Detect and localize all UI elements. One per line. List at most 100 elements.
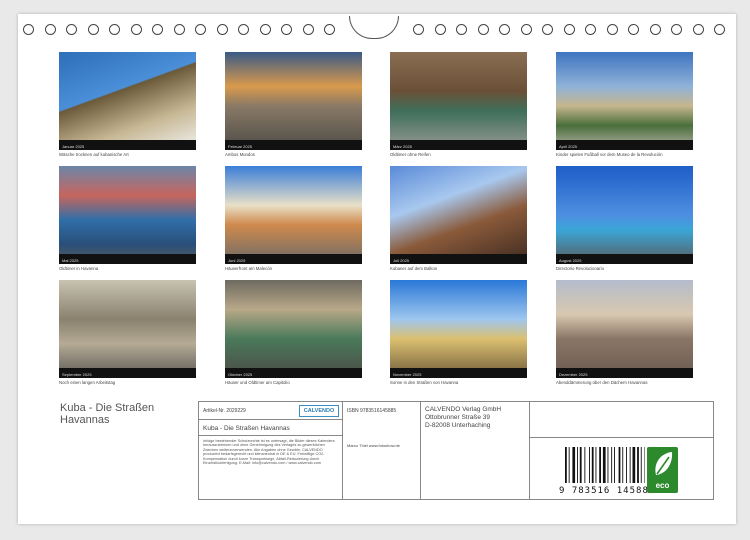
month-label: Mai 2025 [62, 258, 79, 263]
month-label: Juli 2025 [393, 258, 410, 263]
month-caption: Wäsche trocknen auf kubanische Art [59, 152, 129, 157]
binding-ring [714, 24, 725, 35]
month-label-strip: Dezember 2025 [556, 368, 693, 378]
eco-label: eco [655, 481, 670, 490]
month-label: November 2025 [393, 372, 422, 377]
barcode-bar [591, 447, 594, 483]
barcode-bars [565, 447, 646, 483]
binding-ring [563, 24, 575, 35]
month-photo: Januar 2025 [59, 52, 196, 150]
month-caption: Abenddämmerung über den Dächern Havannas [556, 380, 648, 385]
isbn: ISBN 9783516145885 [347, 408, 397, 414]
month-photo: Juli 2025 [390, 166, 527, 264]
month-label-strip: November 2025 [390, 368, 527, 378]
leaf-icon [655, 452, 673, 475]
month-label: Februar 2025 [228, 144, 253, 149]
month-label-strip: Juni 2025 [225, 254, 362, 264]
month-caption: Oldtimer in Havanna [59, 266, 99, 271]
month-preview: März 2025 Oldtimer ohne Reifen [390, 52, 527, 157]
month-caption: Häuser und Oldtimer am Capitolio [225, 380, 290, 385]
barcode-bar [568, 447, 570, 483]
month-label: Januar 2025 [62, 144, 85, 149]
month-photo: Februar 2025 [225, 52, 362, 150]
binding-ring [66, 24, 77, 35]
calvendo-logo: CALVENDO [299, 405, 339, 417]
barcode-bar [614, 447, 615, 483]
month-photo: November 2025 [390, 280, 527, 378]
month-caption: Oldtimer ohne Reifen [390, 152, 431, 157]
month-label-strip: April 2025 [556, 140, 693, 150]
month-photo: Mai 2025 [59, 166, 196, 264]
month-preview: Dezember 2025 Abenddämmerung über den Däc… [556, 280, 693, 385]
barcode-bar [577, 447, 578, 483]
month-caption: Kinder spielen Fußball vor dem Museo de … [556, 152, 663, 157]
month-label: März 2025 [393, 144, 412, 149]
legal-text: Infolge bestehender Schutzrechte ist es … [203, 439, 335, 466]
binding-ring [173, 24, 185, 35]
barcode-bar [632, 447, 636, 483]
month-label-strip: März 2025 [390, 140, 527, 150]
barcode-bar [602, 447, 606, 483]
barcode-bar [629, 447, 631, 483]
barcode-bar [589, 447, 590, 483]
month-caption: Ambos Mundos [225, 152, 255, 157]
binding-ring [606, 24, 618, 35]
month-photo: Oktober 2025 [225, 280, 362, 378]
month-photo: Dezember 2025 [556, 280, 693, 378]
month-preview: November 2025 Sonne in den Straßen von Ha… [390, 280, 527, 385]
month-caption: Noch einen langen Arbeitstag [59, 380, 116, 385]
article-number: Artikel-Nr. 2029229 [203, 408, 246, 414]
calendar-back-page: Januar 2025 Wäsche trocknen auf kubanisch… [18, 14, 736, 524]
month-label-strip: Februar 2025 [225, 140, 362, 150]
binding-ring [216, 24, 228, 35]
month-label-strip: Juli 2025 [390, 254, 527, 264]
month-photo: September 2025 [59, 280, 196, 378]
binding-ring [413, 24, 424, 35]
month-label: April 2025 [559, 144, 578, 149]
calvendo-logo-text: CALVENDO [303, 408, 335, 414]
month-preview: April 2025 Kinder spielen Fußball vor dem… [556, 52, 693, 157]
month-caption: Kubaner auf dem Balkon [390, 266, 438, 271]
binding-ring [692, 24, 704, 35]
binding-ring [520, 24, 532, 35]
month-photo: März 2025 [390, 52, 527, 150]
barcode-bar [618, 447, 621, 483]
barcode-bar [611, 447, 613, 483]
barcode-bar [640, 447, 642, 483]
publisher-line-3: D-82008 Unterhaching [425, 422, 491, 429]
month-label: Oktober 2025 [228, 372, 253, 377]
month-preview: August 2025 Directorio Revolucionario [556, 166, 693, 271]
month-caption: Häuserfront am Malecón [225, 266, 273, 271]
binding-ring [434, 24, 446, 35]
month-preview: Juni 2025 Häuserfront am Malecón [225, 166, 362, 271]
binding-ring [628, 24, 639, 35]
barcode-bar [626, 447, 627, 483]
barcode-digits: 9 783516 145885 [559, 486, 656, 496]
binding-ring [671, 24, 682, 35]
barcode-bar [599, 447, 601, 483]
barcode-bar [565, 447, 567, 483]
barcode-bar [579, 447, 582, 483]
month-label: September 2025 [62, 372, 92, 377]
barcode-bar [595, 447, 597, 483]
binding-ring [130, 24, 142, 35]
month-photo: August 2025 [556, 166, 693, 264]
binding-ring [238, 24, 249, 35]
month-caption: Sonne in den Straßen von Havanna [390, 380, 459, 385]
binding-ring [302, 24, 314, 35]
binding-ring [324, 24, 335, 35]
binding-ring [456, 24, 467, 35]
month-preview: Januar 2025 Wäsche trocknen auf kubanisch… [59, 52, 196, 157]
month-label-strip: August 2025 [556, 254, 693, 264]
binding-ring [542, 24, 553, 35]
month-photo: April 2025 [556, 52, 693, 150]
binding-ring [259, 24, 271, 35]
copyright-holder: Marco Thiel www.fotoshow.de [347, 443, 400, 448]
month-label-strip: Oktober 2025 [225, 368, 362, 378]
month-label: August 2025 [559, 258, 582, 263]
month-label-strip: Januar 2025 [59, 140, 196, 150]
month-label: Dezember 2025 [559, 372, 588, 377]
binding-ring [477, 24, 489, 35]
month-preview: Juli 2025 Kubaner auf dem Balkon [390, 166, 527, 271]
month-preview: Oktober 2025 Häuser und Oldtimer am Capit… [225, 280, 362, 385]
